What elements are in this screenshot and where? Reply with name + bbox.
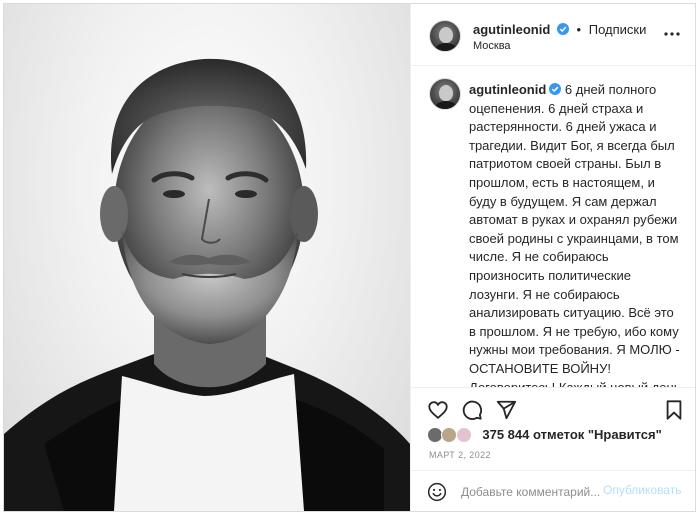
- portrait-image: [4, 58, 410, 511]
- action-bar: [411, 389, 695, 429]
- more-options-icon[interactable]: [663, 26, 681, 42]
- verified-badge-icon: [556, 23, 569, 35]
- bookmark-icon[interactable]: [663, 399, 685, 421]
- post-side-panel: agutinleonid • Подписки Москва agutinleo…: [410, 4, 695, 511]
- post-photo[interactable]: [4, 4, 410, 511]
- following-button[interactable]: Подписки: [589, 22, 647, 37]
- caption-author-avatar[interactable]: [429, 78, 461, 110]
- liker-avatar: [455, 426, 472, 443]
- publish-button[interactable]: Опубликовать: [603, 483, 681, 497]
- comment-form: Опубликовать: [411, 470, 695, 511]
- emoji-icon[interactable]: [427, 482, 447, 502]
- likes-row[interactable]: 375 844 отметок "Нравится": [427, 426, 662, 446]
- comment-icon[interactable]: [461, 399, 483, 421]
- paper-plane-icon[interactable]: [495, 399, 517, 421]
- post-header: agutinleonid • Подписки Москва: [411, 4, 695, 66]
- comment-input[interactable]: [461, 482, 601, 502]
- author-avatar[interactable]: [429, 20, 461, 52]
- post-date[interactable]: МАРТ 2, 2022: [429, 450, 491, 460]
- separator-dot: •: [576, 22, 582, 37]
- post-caption: agutinleonid 6 дней полного оцепенения. …: [469, 81, 684, 388]
- author-username[interactable]: agutinleonid: [473, 22, 550, 37]
- likes-count[interactable]: 375 844 отметок "Нравится": [482, 427, 661, 442]
- author-name-row: agutinleonid • Подписки: [473, 22, 646, 37]
- verified-badge-icon: [549, 83, 562, 95]
- caption-body: 6 дней полного оцепенения. 6 дней страха…: [469, 82, 681, 388]
- heart-icon[interactable]: [427, 399, 449, 421]
- post-location[interactable]: Москва: [473, 40, 511, 52]
- caption-area: agutinleonid 6 дней полного оцепенения. …: [411, 66, 695, 388]
- post-card: agutinleonid • Подписки Москва agutinleo…: [3, 3, 696, 512]
- caption-username[interactable]: agutinleonid: [469, 82, 546, 97]
